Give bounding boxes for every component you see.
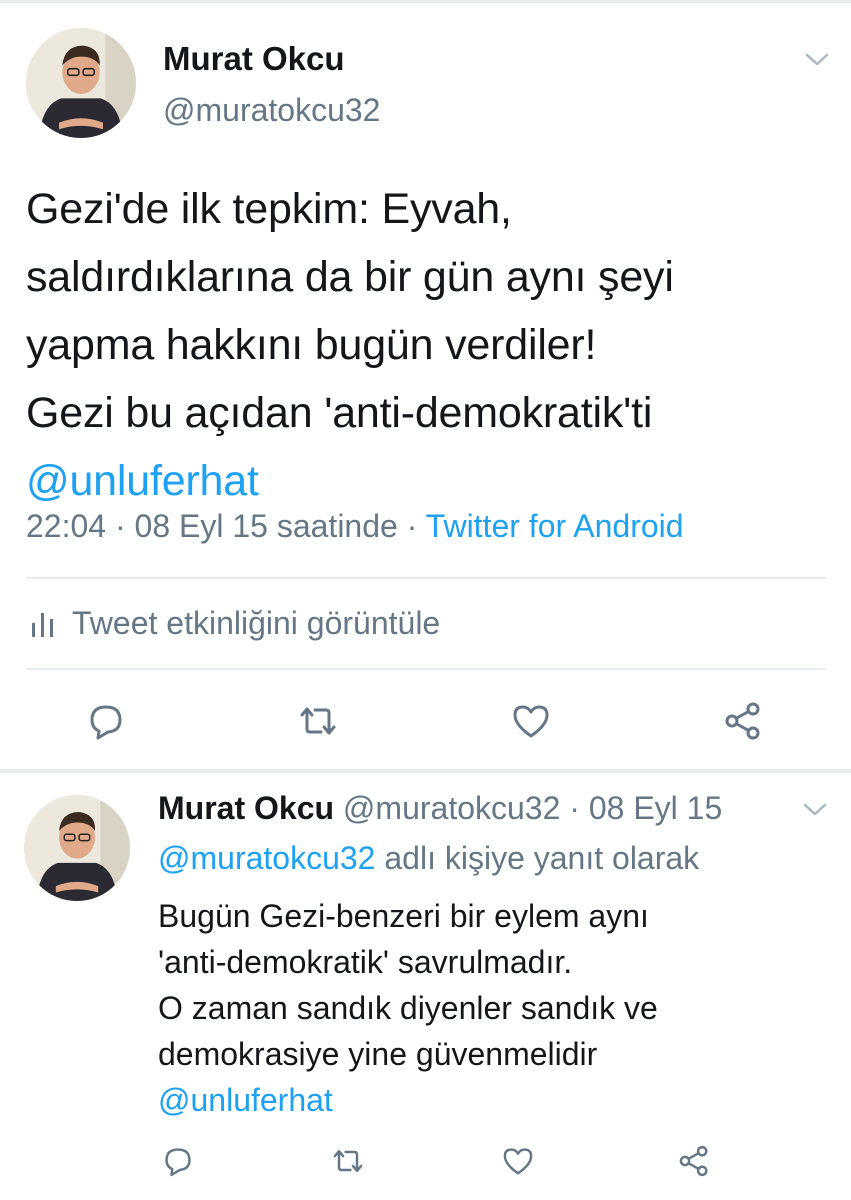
- reply-button[interactable]: [160, 1143, 196, 1179]
- username[interactable]: @muratokcu32: [163, 92, 380, 129]
- mention-link[interactable]: @unluferhat: [158, 1077, 838, 1123]
- tweet-text-line: O zaman sandık diyenler sandık ve: [158, 990, 658, 1026]
- reply-button[interactable]: [84, 699, 128, 743]
- divider: [26, 668, 826, 670]
- display-name[interactable]: Murat Okcu: [163, 40, 345, 78]
- like-button[interactable]: [500, 1143, 536, 1179]
- chevron-down-icon[interactable]: [802, 50, 832, 70]
- tweet-meta: 22:04 · 08 Eyl 15 saatinde · Twitter for…: [26, 508, 684, 545]
- timestamp: 22:04 · 08 Eyl 15 saatinde ·: [26, 508, 426, 544]
- bar-chart-icon: [32, 612, 53, 637]
- avatar[interactable]: [26, 28, 136, 138]
- retweet-button[interactable]: [296, 699, 340, 743]
- like-button[interactable]: [509, 699, 553, 743]
- tweet-text-line: yapma hakkını bugün verdiler!: [26, 321, 597, 369]
- tweet-separator: [0, 769, 851, 773]
- divider: [26, 577, 826, 579]
- display-name[interactable]: Murat Okcu: [158, 790, 334, 826]
- share-button[interactable]: [721, 699, 765, 743]
- retweet-icon: [300, 707, 336, 735]
- retweet-icon: [333, 1149, 363, 1173]
- source-link[interactable]: Twitter for Android: [426, 508, 684, 544]
- tweet-text: Bugün Gezi-benzeri bir eylem aynı 'anti-…: [158, 893, 838, 1123]
- reply-icon: [165, 1148, 191, 1177]
- tweet-text-line: Bugün Gezi-benzeri bir eylem aynı: [158, 898, 649, 934]
- share-button[interactable]: [676, 1143, 712, 1179]
- like-icon: [503, 1148, 533, 1175]
- tweet-text-line: saldırdıklarına da bir gün aynı şeyi: [26, 253, 674, 301]
- like-icon: [513, 705, 549, 738]
- reply-context-label: adlı kişiye yanıt olarak: [375, 840, 700, 876]
- tweet-text-line: Gezi'de ilk tepkim: Eyvah,: [26, 185, 512, 233]
- main-tweet: Murat Okcu @muratokcu32 Gezi'de ilk tepk…: [0, 0, 851, 772]
- tweet-activity-label: Tweet etkinliğini görüntüle: [72, 605, 441, 641]
- retweet-button[interactable]: [330, 1143, 366, 1179]
- reply-context: @muratokcu32 adlı kişiye yanıt olarak: [158, 840, 699, 877]
- reply-icon: [90, 705, 122, 740]
- avatar-image: [24, 795, 130, 901]
- mention-link[interactable]: @unluferhat: [26, 447, 826, 515]
- tweet-activity-link[interactable]: Tweet etkinliğini görüntüle: [30, 605, 440, 642]
- share-icon: [679, 1145, 708, 1177]
- avatar-image: [26, 28, 136, 138]
- mention-link[interactable]: @muratokcu32: [158, 840, 375, 876]
- username-date[interactable]: @muratokcu32 · 08 Eyl 15: [334, 790, 722, 826]
- chevron-down-icon[interactable]: [800, 800, 830, 820]
- tweet-text-line: Gezi bu açıdan 'anti-demokratik'ti: [26, 389, 653, 437]
- reply-header: Murat Okcu @muratokcu32 · 08 Eyl 15: [158, 790, 722, 827]
- tweet-text-line: demokrasiye yine güvenmelidir: [158, 1036, 598, 1072]
- share-icon: [725, 702, 760, 740]
- tweet-text-line: 'anti-demokratik' savrulmadır.: [158, 944, 573, 980]
- avatar[interactable]: [24, 795, 130, 901]
- tweet-text: Gezi'de ilk tepkim: Eyvah, saldırdıkları…: [26, 175, 826, 515]
